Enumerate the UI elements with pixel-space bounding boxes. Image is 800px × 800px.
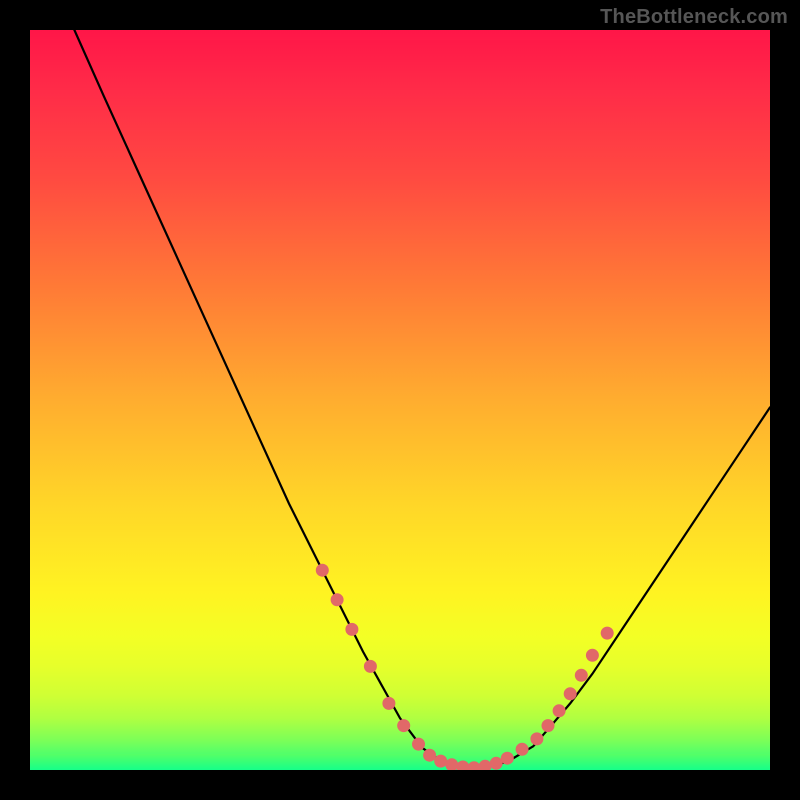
bottleneck-curve (74, 30, 770, 768)
watermark-label: TheBottleneck.com (600, 6, 788, 29)
highlighted-points (316, 564, 614, 770)
marker-dot (542, 719, 555, 732)
marker-dot (516, 743, 529, 756)
marker-dot (479, 760, 492, 770)
marker-dot (412, 738, 425, 751)
marker-dot (575, 669, 588, 682)
marker-dot (564, 687, 577, 700)
marker-dot (397, 719, 410, 732)
marker-dot (364, 660, 377, 673)
marker-dot (423, 749, 436, 762)
curve-svg (30, 30, 770, 770)
marker-dot (456, 761, 469, 771)
marker-dot (586, 649, 599, 662)
marker-dot (382, 697, 395, 710)
marker-dot (316, 564, 329, 577)
marker-dot (490, 757, 503, 770)
marker-dot (501, 752, 514, 765)
plot-area (30, 30, 770, 770)
marker-dot (468, 761, 481, 770)
chart-frame: TheBottleneck.com (0, 0, 800, 800)
marker-dot (445, 758, 458, 770)
marker-dot (331, 593, 344, 606)
marker-dot (553, 704, 566, 717)
marker-dot (434, 755, 447, 768)
marker-dot (530, 732, 543, 745)
marker-dot (601, 627, 614, 640)
marker-dot (345, 623, 358, 636)
